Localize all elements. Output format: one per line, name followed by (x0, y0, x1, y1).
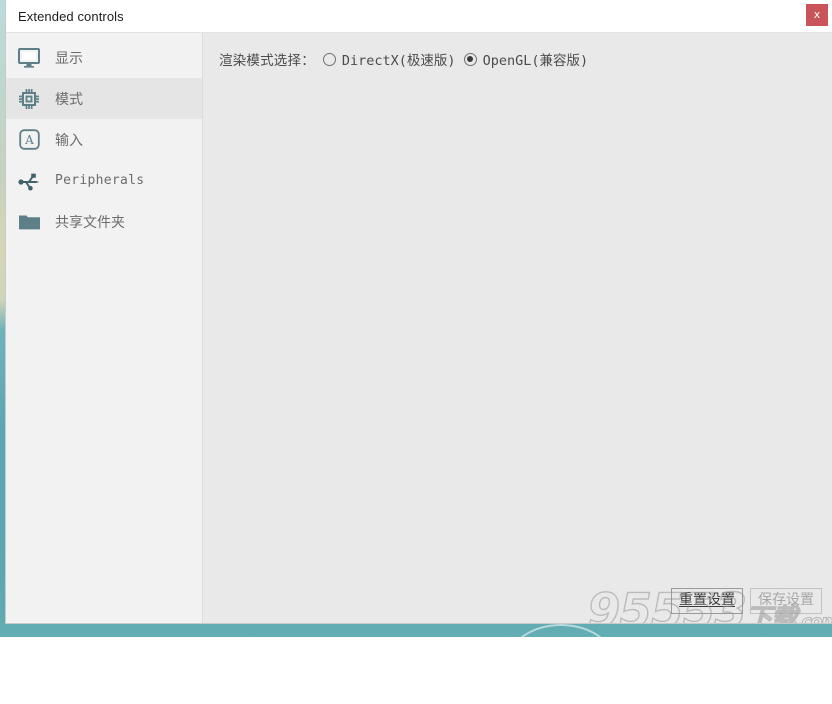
extended-controls-window: Extended controls x 显示 模式 A 输入 Periphera… (6, 0, 832, 623)
sidebar-item-label: Peripherals (55, 173, 145, 188)
usb-icon (14, 168, 44, 194)
sidebar-item-peripherals[interactable]: Peripherals (6, 160, 202, 201)
reset-settings-button[interactable]: 重置设置 (671, 588, 743, 614)
window-title: Extended controls (18, 8, 124, 24)
sidebar-item-mode[interactable]: 模式 (6, 78, 202, 119)
sidebar-item-label: 模式 (55, 91, 83, 108)
render-mode-row: 渲染模式选择： DirectX(极速版) OpenGL(兼容版) (203, 33, 832, 69)
sidebar-item-label: 输入 (55, 132, 83, 149)
sidebar-item-display[interactable]: 显示 (6, 37, 202, 78)
radio-circle-icon (322, 52, 336, 66)
folder-icon (14, 209, 44, 235)
radio-opengl-label: OpenGL(兼容版) (482, 53, 589, 69)
footer-actions: 重置设置 保存设置 (664, 588, 822, 614)
radio-circle-filled-icon (463, 52, 477, 66)
sidebar-item-input[interactable]: A 输入 (6, 119, 202, 160)
save-settings-label: 保存设置 (758, 592, 814, 608)
cpu-chip-icon (14, 86, 44, 112)
monitor-icon (14, 45, 44, 71)
title-bar: Extended controls x (6, 0, 832, 33)
reset-settings-label: 重置设置 (679, 592, 735, 608)
radio-opengl[interactable]: OpenGL(兼容版) (463, 49, 589, 69)
radio-directx-label: DirectX(极速版) (341, 53, 456, 69)
radio-directx[interactable]: DirectX(极速版) (322, 49, 456, 69)
sidebar-navigation: 显示 模式 A 输入 Peripherals 共享文件夹 (6, 33, 203, 623)
render-mode-label: 渲染模式选择： (219, 53, 315, 69)
save-settings-button[interactable]: 保存设置 (750, 588, 822, 614)
sidebar-item-label: 共享文件夹 (55, 214, 125, 231)
close-icon[interactable]: x (806, 4, 828, 26)
window-body: 显示 模式 A 输入 Peripherals 共享文件夹 渲染模式选择： Dir… (6, 33, 832, 623)
sidebar-item-shared-folder[interactable]: 共享文件夹 (6, 201, 202, 242)
svg-text:A: A (24, 133, 34, 147)
input-a-icon: A (14, 127, 44, 153)
content-pane: 渲染模式选择： DirectX(极速版) OpenGL(兼容版) 重置设置 保存… (203, 33, 832, 623)
sidebar-item-label: 显示 (55, 50, 83, 67)
